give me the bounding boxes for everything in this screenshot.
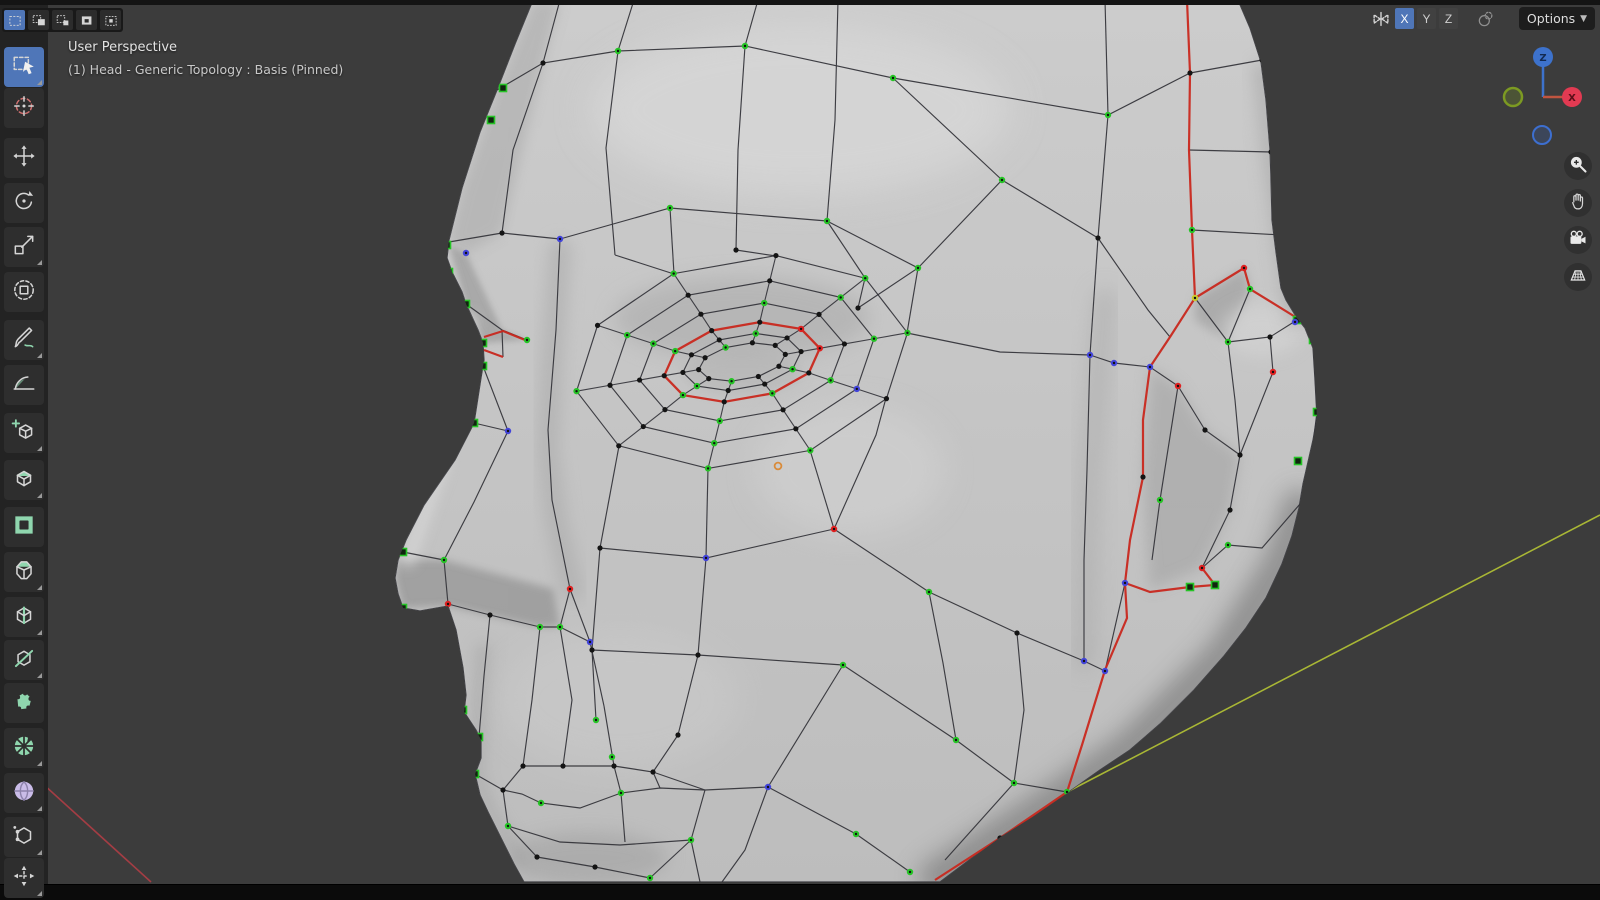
smooth-icon: [11, 778, 37, 808]
add-cube-icon: [11, 418, 37, 448]
annotate-icon: [11, 325, 37, 355]
blender-window: User Perspective (1) Head - Generic Topo…: [0, 0, 1600, 900]
navigation-gizmo[interactable]: Z X: [1483, 37, 1600, 157]
magnifier-icon: [1568, 154, 1588, 178]
tool-measure[interactable]: [4, 365, 44, 405]
loop-cut-icon: [11, 602, 37, 632]
mirror-butterfly-icon[interactable]: [1370, 8, 1392, 34]
tool-transform[interactable]: [4, 272, 44, 312]
tool-inset-faces[interactable]: [4, 507, 44, 547]
top-strip: [0, 0, 1600, 5]
tool-rotate[interactable]: [4, 183, 44, 223]
subtool-corner-indicator: [37, 493, 42, 498]
subtool-corner-indicator: [37, 891, 42, 896]
measure-icon: [11, 370, 37, 400]
tool-edge-slide[interactable]: [4, 817, 44, 857]
tool-smooth[interactable]: [4, 773, 44, 813]
subtool-corner-indicator: [37, 353, 42, 358]
proportional-editing-icon[interactable]: [1476, 9, 1496, 33]
subtool-corner-indicator: [37, 630, 42, 635]
tool-move[interactable]: [4, 138, 44, 178]
subtool-corner-indicator: [37, 446, 42, 451]
options-label: Options: [1527, 11, 1575, 26]
hand-icon: [1568, 191, 1588, 215]
tool-cursor[interactable]: [4, 88, 44, 128]
viewport-object-label: (1) Head - Generic Topology : Basis (Pin…: [68, 62, 343, 77]
gizmo-y-axis[interactable]: [1504, 88, 1522, 106]
tool-loop-cut[interactable]: [4, 597, 44, 637]
status-bar: [0, 884, 1600, 900]
tool-scale[interactable]: [4, 227, 44, 267]
subtool-corner-indicator: [37, 761, 42, 766]
edge-slide-icon: [11, 822, 37, 852]
tool-poly-build[interactable]: [4, 683, 44, 723]
select-mode-invert-button[interactable]: [76, 10, 97, 30]
pan-button[interactable]: [1564, 189, 1592, 217]
viewport-3d[interactable]: [0, 0, 1600, 900]
camera-view-button[interactable]: [1564, 226, 1592, 254]
select-box-icon: [11, 52, 37, 82]
bevel-icon: [11, 557, 37, 587]
select-mode-extend-button[interactable]: [28, 10, 49, 30]
transform-icon: [11, 277, 37, 307]
gizmo-z-label: Z: [1539, 53, 1546, 64]
subtool-corner-indicator: [37, 673, 42, 678]
select-mode-subtract-button[interactable]: [52, 10, 73, 30]
tool-select-box[interactable]: [4, 47, 44, 87]
poly-build-icon: [11, 688, 37, 718]
scale-icon: [11, 232, 37, 262]
knife-icon: [11, 645, 37, 675]
tool-spin[interactable]: [4, 728, 44, 768]
gizmo-neg-z-axis[interactable]: [1533, 126, 1551, 144]
subtool-corner-indicator: [37, 260, 42, 265]
subtool-corner-indicator: [37, 806, 42, 811]
select-mode-new-button[interactable]: [4, 10, 25, 30]
tool-annotate[interactable]: [4, 320, 44, 360]
options-dropdown[interactable]: Options ▼: [1519, 7, 1595, 30]
viewport-perspective-label: User Perspective: [68, 40, 177, 55]
select-mode-strip: [2, 8, 123, 32]
subtool-corner-indicator: [37, 850, 42, 855]
subtool-corner-indicator: [37, 585, 42, 590]
inset-faces-icon: [11, 512, 37, 542]
ortho-toggle-button[interactable]: [1564, 263, 1592, 291]
select-mode-intersect-button[interactable]: [100, 10, 121, 30]
subtool-corner-indicator: [37, 80, 42, 85]
perspective-grid-icon: [1568, 265, 1588, 289]
tool-shrink-fatten[interactable]: [4, 858, 44, 898]
tool-knife[interactable]: [4, 640, 44, 680]
gizmo-x-label: X: [1568, 93, 1576, 104]
axis-toggle-z[interactable]: Z: [1439, 8, 1458, 29]
tool-bevel[interactable]: [4, 552, 44, 592]
tool-add-cube[interactable]: [4, 413, 44, 453]
zoom-button[interactable]: [1564, 152, 1592, 180]
axis-toggle-x[interactable]: X: [1395, 8, 1414, 29]
shrink-fatten-icon: [11, 863, 37, 893]
spin-icon: [11, 733, 37, 763]
tool-extrude-region[interactable]: [4, 460, 44, 500]
axis-toggle-y[interactable]: Y: [1417, 8, 1436, 29]
move-icon: [11, 143, 37, 173]
cursor-icon: [11, 93, 37, 123]
edit-toolbar: [0, 5, 48, 884]
rotate-icon: [11, 188, 37, 218]
extrude-region-icon: [11, 465, 37, 495]
chevron-down-icon: ▼: [1580, 14, 1587, 24]
camera-icon: [1568, 228, 1588, 252]
